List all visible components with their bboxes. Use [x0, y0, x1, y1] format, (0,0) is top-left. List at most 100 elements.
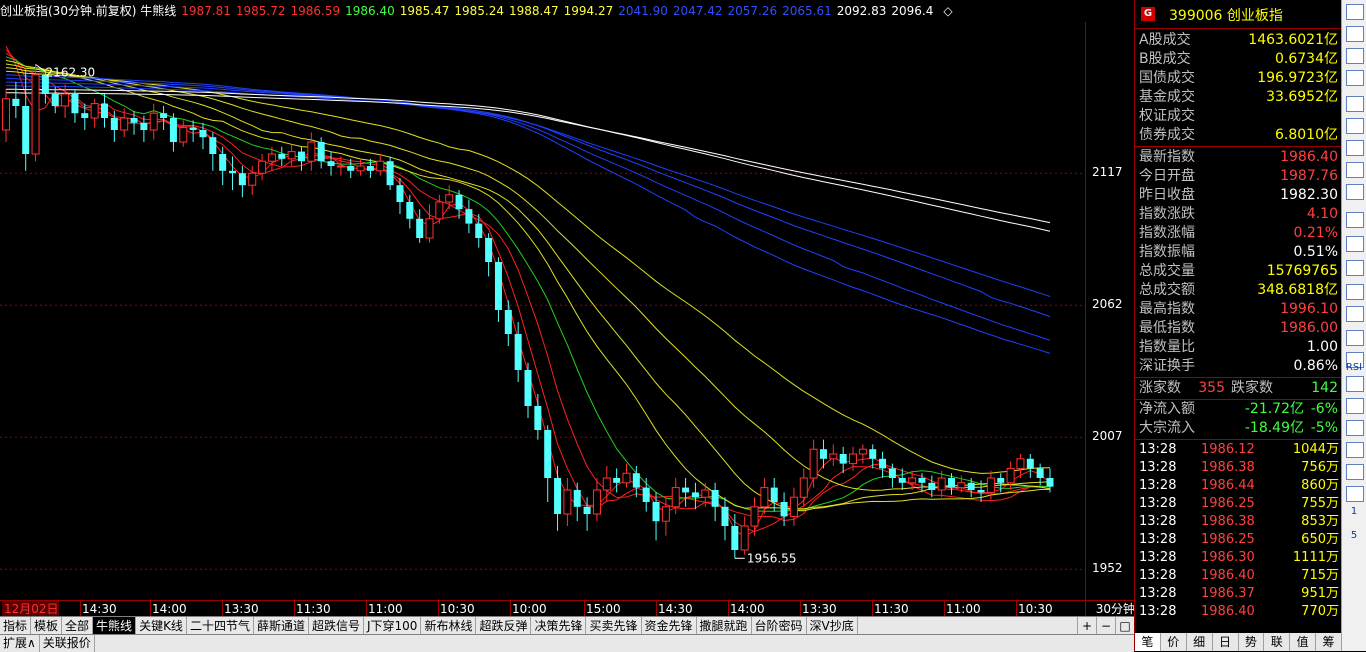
trade-price: 1986.25 [1201, 496, 1255, 511]
candle [160, 106, 168, 130]
indicator-tab[interactable]: 牛熊线 [93, 617, 137, 635]
redo-icon[interactable] [1346, 464, 1364, 480]
trade-time: 13:28 [1139, 568, 1177, 583]
flow-value: -18.49亿 [1244, 420, 1304, 436]
trade-time: 13:28 [1139, 604, 1177, 619]
stat-row: 债券成交 6.8010亿 [1139, 126, 1338, 145]
indicator-tab[interactable]: J下穿100 [364, 617, 422, 635]
indicator-tab[interactable]: 二十四节气 [187, 617, 254, 635]
grid-icon[interactable] [1346, 48, 1364, 64]
tick-icon[interactable] [1346, 376, 1364, 392]
f12-icon[interactable] [1346, 284, 1364, 300]
side-tool-label[interactable]: RSI [1344, 362, 1364, 373]
bottom-tab[interactable]: 关联报价 [40, 635, 95, 652]
time-label: 10:30 [440, 602, 475, 616]
panel-tab[interactable]: 值 [1290, 633, 1317, 651]
candle [711, 482, 719, 522]
line-chart-icon[interactable] [1346, 162, 1364, 178]
close-icon[interactable] [1346, 26, 1364, 42]
ma-value: 1987.81 [181, 4, 231, 18]
candle-body [918, 478, 926, 483]
g-badge[interactable]: G [1141, 7, 1155, 21]
candle-body [366, 166, 374, 171]
candle-body [219, 154, 227, 171]
indicator-tab[interactable]: 深V抄底 [807, 617, 858, 635]
trade-price: 1986.38 [1201, 460, 1255, 475]
undo-icon[interactable] [1346, 442, 1364, 458]
bottom-tab[interactable]: 扩展∧ [0, 635, 40, 652]
indicator-tabs: 指标 模板 全部 牛熊线 关键K线 二十四节气 薛斯通道 超跌信号 J下穿100 新布林线 超跌反弹… [0, 616, 1134, 635]
indicator-tab[interactable]: 决策先锋 [531, 617, 587, 635]
candle-body [740, 525, 749, 551]
capital-icon[interactable] [1346, 330, 1364, 346]
tab-nav-button[interactable]: + [1077, 617, 1096, 635]
panel-tab[interactable]: 笔 [1135, 633, 1161, 651]
candle-body [592, 489, 601, 515]
f10-icon[interactable] [1346, 236, 1364, 252]
trade-time: 13:28 [1139, 514, 1177, 529]
indicator-tab[interactable]: 撒腿就跑 [697, 617, 752, 635]
panel-tab[interactable]: 联 [1264, 633, 1291, 651]
panel-tab[interactable]: 价 [1161, 633, 1187, 651]
panel-tab[interactable]: 势 [1239, 633, 1265, 651]
trade-row: 13:28 1986.25 650万 [1139, 531, 1339, 549]
expand-icon[interactable] [1346, 96, 1364, 112]
price-label: 2117 [1092, 165, 1123, 180]
down-arrow-icon[interactable] [1346, 118, 1364, 134]
arrow-left-icon[interactable] [1346, 486, 1364, 502]
panel-tab[interactable]: 细 [1187, 633, 1213, 651]
indicator-tab[interactable]: 超跌信号 [309, 617, 364, 635]
up-arrow-icon[interactable] [1346, 70, 1364, 86]
period-label[interactable]: 30分钟 [1085, 601, 1135, 617]
diamond-icon[interactable]: ◇ [943, 4, 952, 18]
panel-tab[interactable]: 筹 [1316, 633, 1342, 651]
candle-icon[interactable] [1346, 184, 1364, 200]
compare-icon[interactable] [1346, 212, 1364, 228]
candle [307, 132, 316, 171]
side-tool-label[interactable]: 1 [1344, 506, 1364, 517]
ma-value: 1988.47 [509, 4, 559, 18]
candle-body [386, 161, 394, 186]
list-icon[interactable] [1346, 306, 1364, 322]
candle-body [435, 201, 444, 220]
settings-icon[interactable] [1346, 420, 1364, 436]
stat-label: 指数涨跌 [1139, 206, 1195, 222]
f11-icon[interactable] [1346, 260, 1364, 276]
chart-canvas[interactable]: 2162.30 1956.55 [0, 0, 1085, 600]
tab-nav-button[interactable]: − [1096, 617, 1115, 635]
candle [997, 473, 1005, 493]
candle-body [130, 118, 138, 123]
indicator-tab[interactable]: 资金先锋 [642, 617, 697, 635]
candle-body [110, 118, 118, 130]
bar-chart-icon[interactable] [1346, 140, 1364, 156]
bottom-tabs: 扩展∧ 关联报价 [0, 634, 1134, 652]
indicator-tab[interactable]: 模板 [31, 617, 63, 635]
candle-body [809, 448, 818, 479]
indicator-tab[interactable]: 全部 [62, 617, 94, 635]
candle-body [849, 453, 858, 465]
candle-body [238, 173, 246, 186]
undo-icon[interactable] [1346, 398, 1364, 414]
trade-time: 13:28 [1139, 550, 1177, 565]
candle-body [31, 74, 40, 155]
candle [770, 478, 778, 512]
candle-body [209, 137, 217, 154]
indicator-tab[interactable]: 关键K线 [136, 617, 187, 635]
indicator-tab[interactable]: 指标 [0, 617, 32, 635]
indicator-tab[interactable]: 超跌反弹 [476, 617, 532, 635]
indicator-tab[interactable]: 台阶密码 [752, 617, 807, 635]
candlestick-chart[interactable]: 2162.30 1956.55 [0, 0, 1134, 600]
candle [416, 209, 424, 243]
side-tool-label[interactable]: 5 [1344, 530, 1364, 541]
indicator-tab[interactable]: 新布林线 [421, 617, 477, 635]
stat-row: 指数量比 1.00 [1139, 338, 1338, 357]
candle-body [967, 482, 975, 490]
tab-nav-button[interactable]: □ [1115, 617, 1134, 635]
indicator-tab[interactable]: 买卖先锋 [586, 617, 642, 635]
minimize-icon[interactable] [1346, 4, 1364, 20]
panel-tab[interactable]: 日 [1213, 633, 1239, 651]
indicator-tab[interactable]: 薛斯通道 [254, 617, 309, 635]
candle-body [977, 490, 985, 493]
candle-body [789, 496, 798, 517]
candle-body [267, 153, 276, 162]
